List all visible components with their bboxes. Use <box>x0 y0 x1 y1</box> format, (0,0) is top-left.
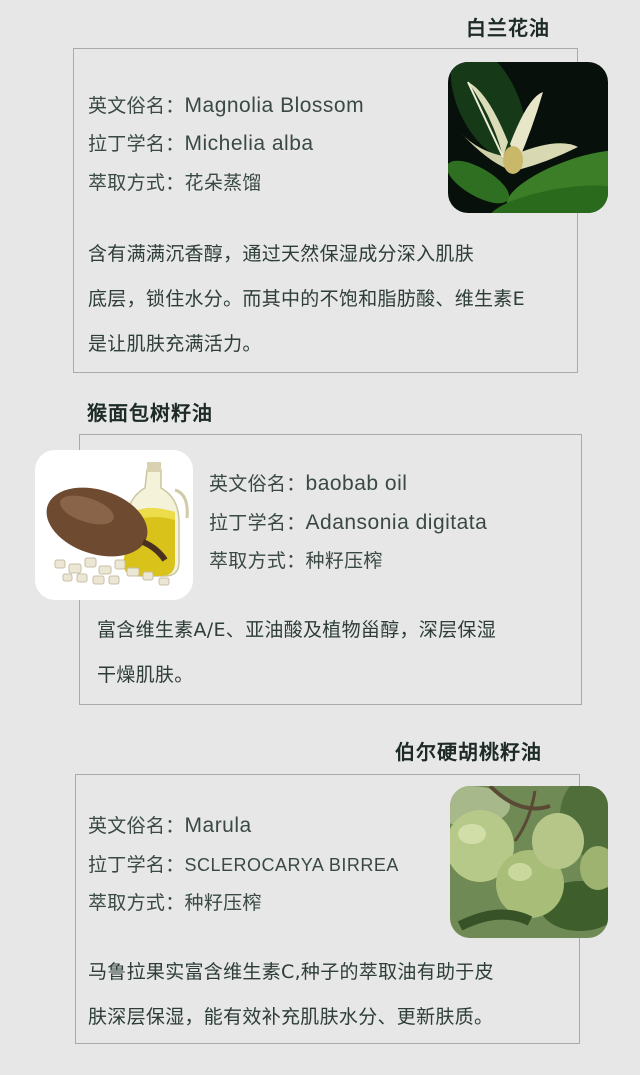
description-line: 是让肌肤充满活力。 <box>88 333 262 355</box>
field-value: 种籽压榨 <box>305 550 383 572</box>
description-line: 干燥肌肤。 <box>97 664 194 686</box>
baobab-image <box>35 450 193 600</box>
field-value: Marula <box>184 814 252 837</box>
field-value: Michelia alba <box>184 132 314 155</box>
field-label: 拉丁学名： <box>88 133 185 155</box>
field-value: baobab oil <box>305 472 408 495</box>
section-title-baobab: 猴面包树籽油 <box>87 401 213 425</box>
description-line: 马鲁拉果实富含维生素C,种子的萃取油有助于皮 <box>88 961 494 983</box>
field-label: 萃取方式： <box>88 892 185 914</box>
marula-image <box>450 786 608 938</box>
magnolia-latin-name: 拉丁学名：Michelia alba <box>88 129 314 156</box>
field-label: 萃取方式： <box>209 550 306 572</box>
section-title-magnolia: 白兰花油 <box>466 16 550 40</box>
magnolia-flower-icon <box>448 62 608 213</box>
description-line: 富含维生素A/E、亚油酸及植物甾醇，深层保湿 <box>97 619 497 641</box>
section-title-marula: 伯尔硬胡桃籽油 <box>395 740 542 764</box>
marula-fruits-icon <box>450 786 608 938</box>
baobab-description: 富含维生素A/E、亚油酸及植物甾醇，深层保湿 干燥肌肤。 <box>97 608 496 698</box>
baobab-fruit-and-oil-icon <box>35 450 193 600</box>
baobab-english-name: 英文俗名：baobab oil <box>209 469 407 496</box>
marula-description: 马鲁拉果实富含维生素C,种子的萃取油有助于皮 肤深层保湿，能有效补充肌肤水分、更… <box>88 950 494 1040</box>
baobab-extraction-method: 萃取方式：种籽压榨 <box>209 546 383 573</box>
magnolia-english-name: 英文俗名：Magnolia Blossom <box>88 91 364 118</box>
field-label: 英文俗名： <box>88 95 185 117</box>
field-label: 萃取方式： <box>88 172 185 194</box>
baobab-latin-name: 拉丁学名：Adansonia digitata <box>209 508 487 535</box>
marula-english-name: 英文俗名：Marula <box>88 811 252 838</box>
marula-extraction-method: 萃取方式：种籽压榨 <box>88 888 262 915</box>
field-label: 拉丁学名： <box>88 854 185 876</box>
marula-latin-name: 拉丁学名：SCLEROCARYA BIRREA <box>88 850 399 877</box>
field-label: 英文俗名： <box>209 473 306 495</box>
field-value: SCLEROCARYA BIRREA <box>184 855 399 875</box>
magnolia-extraction-method: 萃取方式：花朵蒸馏 <box>88 168 262 195</box>
field-value: Adansonia digitata <box>305 511 488 534</box>
field-label: 拉丁学名： <box>209 512 306 534</box>
description-line: 肤深层保湿，能有效补充肌肤水分、更新肤质。 <box>88 1006 494 1028</box>
magnolia-flower-image <box>448 62 608 213</box>
field-value: 种籽压榨 <box>184 892 262 914</box>
field-label: 英文俗名： <box>88 815 185 837</box>
field-value: Magnolia Blossom <box>184 94 365 117</box>
description-line: 底层，锁住水分。而其中的不饱和脂肪酸、维生素E <box>88 288 525 310</box>
description-line: 含有满满沉香醇，通过天然保湿成分深入肌肤 <box>88 243 475 265</box>
field-value: 花朵蒸馏 <box>184 172 262 194</box>
magnolia-description: 含有满满沉香醇，通过天然保湿成分深入肌肤 底层，锁住水分。而其中的不饱和脂肪酸、… <box>88 232 525 367</box>
